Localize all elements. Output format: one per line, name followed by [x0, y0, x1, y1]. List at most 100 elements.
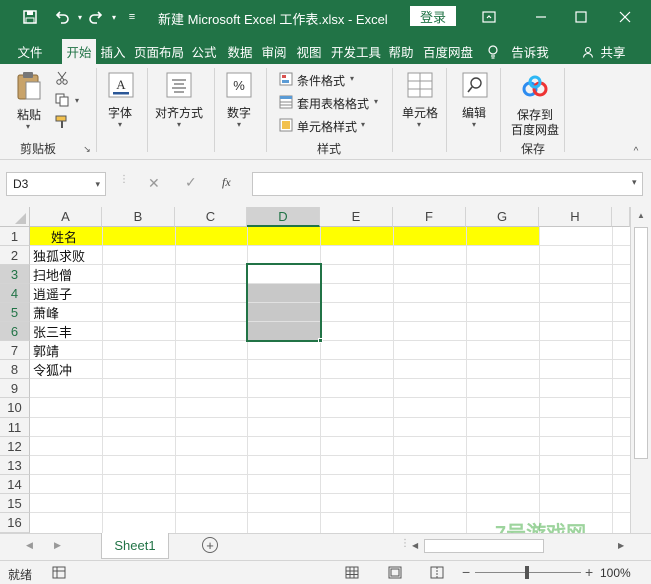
tab-developer[interactable]: 开发工具	[328, 39, 384, 64]
vertical-scrollbar[interactable]: ▲	[630, 207, 651, 533]
vertical-scroll-thumb[interactable]	[634, 227, 648, 459]
row-header-9[interactable]: 9	[0, 379, 30, 398]
column-header-partial[interactable]	[612, 207, 630, 227]
alignment-dropdown-icon[interactable]: ▾	[177, 120, 181, 129]
tab-formulas[interactable]: 公式	[189, 39, 219, 64]
font-dropdown-icon[interactable]: ▾	[118, 120, 122, 129]
column-header-d[interactable]: D	[247, 207, 320, 227]
tab-baidu-pan[interactable]: 百度网盘	[420, 39, 476, 64]
cells-button[interactable]: 单元格	[402, 104, 438, 121]
tab-splitter[interactable]: ⋮	[400, 538, 410, 554]
tab-page-layout[interactable]: 页面布局	[131, 39, 187, 64]
next-sheet-icon[interactable]: ▶	[54, 540, 61, 551]
conditional-format-button[interactable]: 条件格式	[297, 72, 345, 89]
row-header-10[interactable]: 10	[0, 398, 30, 418]
tab-insert[interactable]: 插入	[98, 39, 128, 64]
scroll-right-icon[interactable]: ▶	[618, 541, 624, 550]
cell-styles-dropdown-icon[interactable]: ▾	[361, 120, 365, 129]
formula-input[interactable]	[252, 172, 643, 196]
row-header-4[interactable]: 4	[0, 284, 30, 303]
cells-dropdown-icon[interactable]: ▾	[417, 120, 421, 129]
worksheet-grid[interactable]: A B C D E F G H 1 2 3 4 5 6 7 8 9 10 11 …	[0, 207, 651, 533]
copy-dropdown-icon[interactable]: ▾	[75, 96, 79, 105]
cell-a4[interactable]: 逍遥子	[30, 284, 72, 303]
column-header-f[interactable]: F	[393, 207, 466, 227]
redo-icon[interactable]	[86, 7, 106, 27]
paste-dropdown-icon[interactable]: ▾	[26, 122, 30, 131]
tab-review[interactable]: 审阅	[259, 39, 289, 64]
format-as-table-icon[interactable]	[278, 94, 294, 110]
scroll-left-icon[interactable]: ◀	[412, 541, 418, 550]
row-header-7[interactable]: 7	[0, 341, 30, 360]
tab-file[interactable]: 文件	[10, 39, 50, 64]
undo-icon[interactable]	[52, 7, 72, 27]
cut-icon[interactable]	[54, 70, 70, 86]
splitter-handle[interactable]: ⋮	[119, 174, 129, 194]
row-header-5[interactable]: 5	[0, 303, 30, 322]
save-to-baidu-line2[interactable]: 百度网盘	[511, 121, 559, 138]
column-header-g[interactable]: G	[466, 207, 539, 227]
paste-button[interactable]: 粘贴	[17, 106, 41, 123]
cell-a1[interactable]: 姓名	[48, 227, 77, 246]
cell-styles-button[interactable]: 单元格样式	[297, 118, 357, 135]
font-icon[interactable]: A	[106, 70, 136, 100]
cancel-icon[interactable]: ✕	[148, 175, 160, 192]
maximize-icon[interactable]	[570, 6, 592, 28]
sheet-tab-sheet1[interactable]: Sheet1	[101, 533, 169, 559]
expand-formula-icon[interactable]: ▾	[632, 177, 637, 188]
alignment-icon[interactable]	[164, 70, 194, 100]
zoom-level[interactable]: 100%	[600, 566, 631, 580]
copy-icon[interactable]	[54, 92, 70, 108]
select-all-corner[interactable]	[0, 207, 30, 227]
add-sheet-icon[interactable]: +	[202, 537, 218, 553]
number-dropdown-icon[interactable]: ▾	[237, 120, 241, 129]
number-format-icon[interactable]: %	[224, 70, 254, 100]
share-button[interactable]: 共享	[598, 39, 628, 64]
tab-view[interactable]: 视图	[294, 39, 324, 64]
format-as-table-dropdown-icon[interactable]: ▾	[374, 97, 378, 106]
name-box[interactable]: D3 ▾	[6, 172, 106, 196]
fill-handle[interactable]	[318, 338, 323, 343]
cell-a6[interactable]: 张三丰	[30, 322, 72, 341]
zoom-slider-thumb[interactable]	[525, 566, 529, 579]
alignment-button[interactable]: 对齐方式	[155, 104, 203, 121]
redo-dropdown-icon[interactable]: ▾	[104, 7, 124, 27]
row-header-16[interactable]: 16	[0, 513, 30, 533]
collapse-ribbon-icon[interactable]: ^	[630, 146, 642, 157]
insert-function-icon[interactable]: fx	[222, 175, 231, 190]
cell-a3[interactable]: 扫地僧	[30, 265, 72, 284]
share-user-icon[interactable]	[580, 39, 596, 64]
page-layout-view-icon[interactable]	[388, 566, 402, 579]
conditional-format-dropdown-icon[interactable]: ▾	[350, 74, 354, 83]
row-header-11[interactable]: 11	[0, 418, 30, 437]
column-header-c[interactable]: C	[175, 207, 247, 227]
font-button[interactable]: 字体	[108, 104, 132, 121]
page-break-view-icon[interactable]	[430, 566, 444, 579]
baidu-pan-icon[interactable]	[520, 72, 550, 102]
number-button[interactable]: 数字	[227, 104, 251, 121]
name-box-dropdown-icon[interactable]: ▾	[95, 173, 100, 195]
zoom-out-icon[interactable]: −	[462, 564, 470, 580]
normal-view-icon[interactable]	[345, 566, 359, 579]
cells-icon[interactable]	[405, 70, 435, 100]
close-icon[interactable]	[614, 6, 636, 28]
enter-icon[interactable]: ✓	[185, 174, 197, 191]
row-header-3[interactable]: 3	[0, 265, 30, 284]
horizontal-scroll-thumb[interactable]	[424, 539, 544, 553]
zoom-in-icon[interactable]: +	[585, 564, 593, 580]
row-header-2[interactable]: 2	[0, 246, 30, 265]
format-painter-icon[interactable]	[54, 114, 70, 130]
save-icon[interactable]	[20, 7, 40, 27]
row-header-12[interactable]: 12	[0, 437, 30, 456]
paste-icon[interactable]	[14, 70, 44, 102]
row-header-13[interactable]: 13	[0, 456, 30, 475]
login-button[interactable]: 登录	[410, 6, 456, 26]
cell-styles-icon[interactable]	[278, 117, 294, 133]
column-header-a[interactable]: A	[30, 207, 102, 227]
tab-help[interactable]: 帮助	[386, 39, 416, 64]
ribbon-display-options-icon[interactable]	[478, 6, 500, 28]
row-header-14[interactable]: 14	[0, 475, 30, 494]
row-header-15[interactable]: 15	[0, 494, 30, 513]
row-header-6[interactable]: 6	[0, 322, 30, 341]
scroll-up-icon[interactable]: ▲	[637, 211, 645, 220]
